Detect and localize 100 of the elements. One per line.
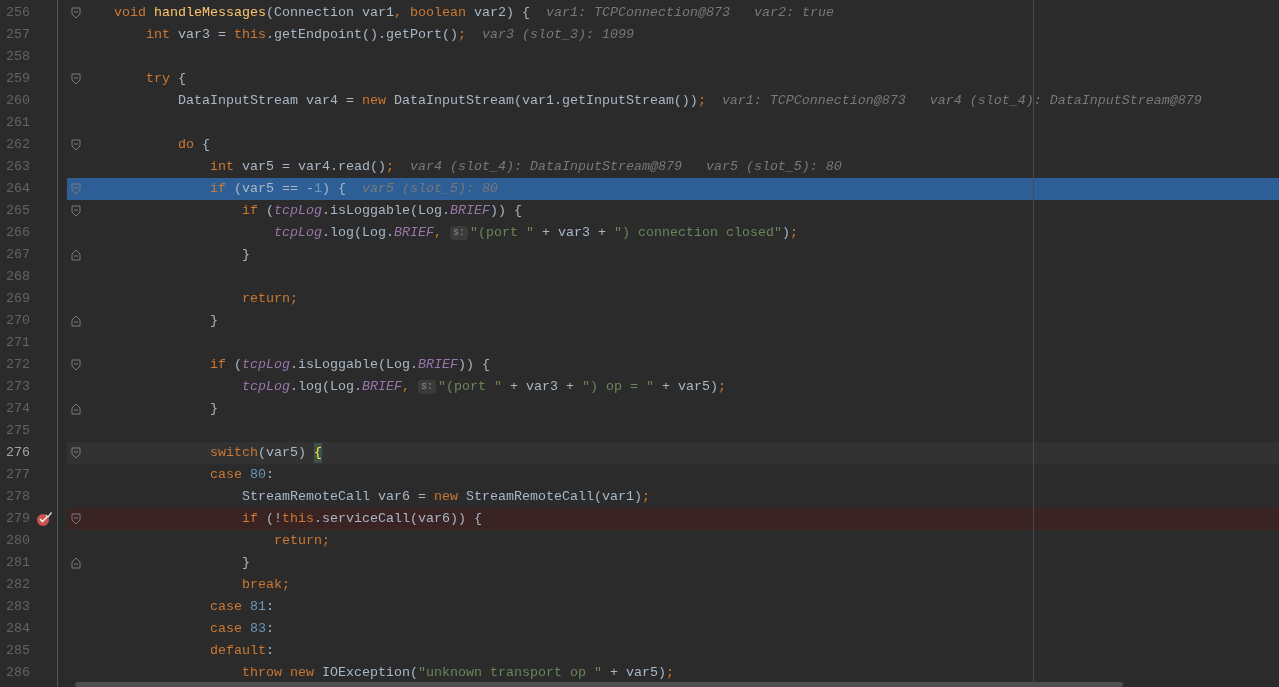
code-token: if: [240, 202, 259, 220]
fold-icon[interactable]: [71, 7, 81, 19]
code-token: throw new: [240, 664, 315, 682]
line-number: 286: [5, 664, 30, 682]
line-number: 275: [5, 422, 30, 440]
code-token: DataInputStream var4 =: [176, 92, 355, 110]
code-token: var2) {: [473, 4, 530, 22]
code-token: (var5): [257, 444, 307, 462]
code-token: int: [145, 26, 171, 44]
line-number: 266: [5, 224, 30, 242]
fold-icon[interactable]: [71, 139, 81, 151]
code-token: ,: [401, 378, 411, 396]
code-token: return;: [240, 290, 298, 308]
code-token: ") connection closed": [613, 224, 782, 242]
code-token: , boolean: [393, 4, 467, 22]
code-token: ;: [665, 664, 674, 682]
code-token: 81: [249, 598, 266, 616]
code-token: + var3 +: [541, 224, 607, 242]
code-token: new: [433, 488, 459, 506]
code-token: }: [240, 554, 250, 572]
code-token: case: [208, 620, 243, 638]
code-token: {: [178, 70, 186, 88]
code-token: DataInputStream(var1.getInputStream()): [393, 92, 698, 110]
line-number: 276: [5, 444, 30, 462]
line-number: 259: [5, 70, 30, 88]
code-token: handleMessages: [154, 4, 266, 22]
inline-value-hint: var2: true: [753, 4, 834, 22]
breakpoint-icon[interactable]: [36, 511, 52, 527]
code-token: ;: [717, 378, 726, 396]
line-number: 256: [5, 4, 30, 22]
code-token: + var5): [609, 664, 666, 682]
line-number: 281: [5, 554, 30, 572]
code-token: .log(Log.: [289, 378, 362, 396]
fold-icon[interactable]: [71, 403, 81, 415]
code-token: if: [240, 510, 259, 528]
line-number: 280: [5, 532, 30, 550]
line-number: 272: [5, 356, 30, 374]
line-number: 260: [5, 92, 30, 110]
code-token: tcpLog: [241, 356, 290, 374]
code-token: }: [208, 312, 218, 330]
fold-icon[interactable]: [71, 513, 81, 525]
code-token: .getEndpoint().getPort(): [266, 26, 458, 44]
code-token: do: [176, 136, 195, 154]
code-token: var5 = var4.read(): [241, 158, 386, 176]
code-token: }: [208, 400, 218, 418]
code-token: StreamRemoteCall(var1): [465, 488, 642, 506]
code-token: .log(Log.: [321, 224, 394, 242]
code-token: switch: [208, 444, 258, 462]
line-number: 258: [5, 48, 30, 66]
line-number: 285: [5, 642, 30, 660]
line-number: 265: [5, 202, 30, 220]
code-token: .isLoggable(Log.: [321, 202, 450, 220]
code-token: var3 =: [178, 26, 227, 44]
inline-value-hint: var4 (slot_4): DataInputStream@879: [409, 158, 682, 176]
fold-icon[interactable]: [71, 557, 81, 569]
code-token: {: [313, 443, 322, 463]
fold-icon[interactable]: [71, 359, 81, 371]
line-number: 267: [5, 246, 30, 264]
code-token: this: [281, 510, 314, 528]
code-token: try: [145, 70, 171, 88]
code-token: tcpLog: [273, 202, 322, 220]
line-number: 268: [5, 268, 30, 286]
fold-icon[interactable]: [71, 205, 81, 217]
inline-value-hint: var1: TCPConnection@873: [721, 92, 906, 110]
code-token: if: [208, 356, 227, 374]
line-number: 261: [5, 114, 30, 132]
code-token: return;: [272, 532, 330, 550]
code-token: break;: [240, 576, 290, 594]
code-token: ;: [789, 224, 798, 242]
code-token: int: [208, 158, 235, 176]
line-number: 278: [5, 488, 30, 506]
code-token: case: [208, 598, 243, 616]
code-token: default: [208, 642, 266, 660]
code-token: BRIEF: [393, 224, 434, 242]
code-token: StreamRemoteCall var6 =: [240, 488, 427, 506]
code-token: 83: [249, 620, 266, 638]
horizontal-scrollbar[interactable]: [75, 682, 1123, 687]
code-token: (!: [265, 510, 282, 528]
code-token: .isLoggable(Log.: [289, 356, 418, 374]
code-token: tcpLog: [272, 224, 322, 242]
code-token: .serviceCall(var6)) {: [313, 510, 482, 528]
line-number: 262: [5, 136, 30, 154]
line-number: 277: [5, 466, 30, 484]
line-number: 257: [5, 26, 30, 44]
code-token: ") op = ": [581, 378, 655, 396]
code-token: + var3 +: [509, 378, 575, 396]
code-token: :: [265, 620, 274, 638]
parameter-hint: s:: [449, 226, 468, 240]
fold-icon[interactable]: [71, 73, 81, 85]
fold-icon[interactable]: [71, 447, 81, 459]
code-token: 1: [313, 180, 322, 198]
parameter-hint: s:: [417, 380, 436, 394]
code-token: ;: [697, 92, 706, 110]
code-token: tcpLog: [240, 378, 290, 396]
inline-value-hint: var1: TCPConnection@873: [545, 4, 730, 22]
fold-icon[interactable]: [71, 315, 81, 327]
fold-icon[interactable]: [71, 249, 81, 261]
code-token: void: [113, 4, 147, 22]
code-token: )) {: [489, 202, 522, 220]
code-token: new: [361, 92, 387, 110]
